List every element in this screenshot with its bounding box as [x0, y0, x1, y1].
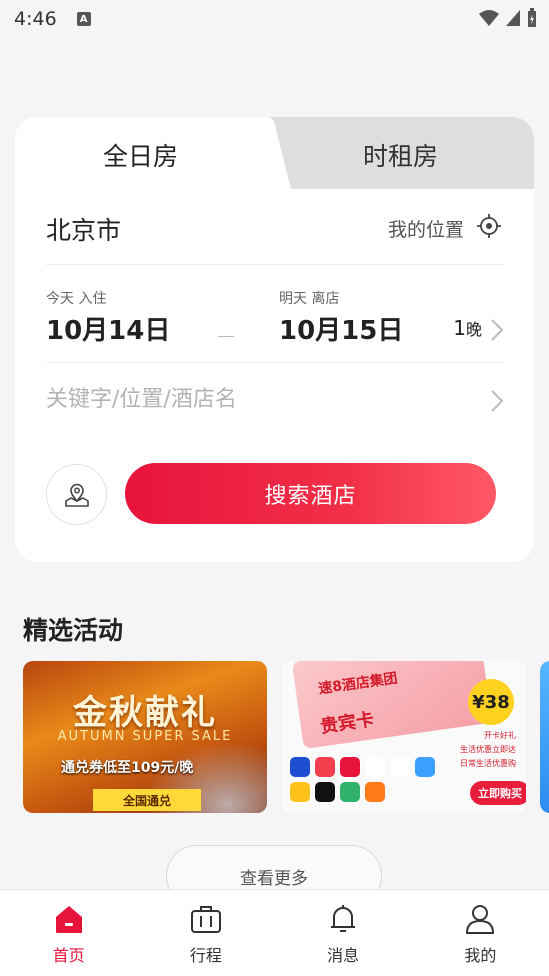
vip-benefit: 日常生活优惠购	[460, 759, 516, 768]
app-icon	[290, 782, 310, 802]
app-icon	[340, 757, 360, 777]
app-icon	[315, 757, 335, 777]
bell-icon	[331, 905, 356, 932]
banner-tag: 全国通兑	[93, 789, 201, 811]
vip-benefit: 开卡好礼	[484, 731, 516, 740]
activities-title: 精选活动	[23, 616, 124, 645]
vip-buy-button[interactable]: 立即购买	[470, 781, 526, 805]
tab-fullday[interactable]: 全日房	[103, 137, 178, 173]
locate-icon[interactable]	[476, 213, 502, 239]
user-icon	[466, 905, 495, 934]
chevron-right-icon[interactable]	[490, 389, 504, 413]
keyword-input[interactable]	[46, 387, 476, 412]
search-hotel-button[interactable]: 搜索酒店	[125, 463, 496, 524]
app-icon	[390, 757, 410, 777]
banner-offer: 通兑券低至109元/晚	[61, 760, 194, 776]
status-icons	[479, 8, 537, 28]
my-location-label[interactable]: 我的位置	[388, 215, 464, 242]
checkin-label: 今天 入住	[46, 291, 107, 307]
banner-autumn-sale[interactable]: 金秋献礼 AUTUMN SUPER SALE 通兑券低至109元/晚 全国通兑	[23, 661, 267, 813]
app-icon	[315, 782, 335, 802]
tabbar-item-trips[interactable]: 行程	[137, 890, 274, 976]
tabbar-label: 行程	[189, 946, 222, 965]
vip-price-badge: ¥38	[468, 679, 514, 725]
date-separator	[218, 336, 234, 337]
hotel-search-card: 全日房 时租房 北京市 我的位置 今天 入住 10月14日 明天 离店 10月1…	[15, 117, 534, 562]
battery-icon	[528, 8, 536, 27]
wifi-icon	[479, 10, 499, 26]
map-pin-icon	[64, 483, 89, 507]
app-icon	[365, 782, 385, 802]
checkin-date[interactable]: 10月14日	[46, 310, 170, 347]
checkout-date[interactable]: 10月15日	[279, 310, 403, 347]
app-icon	[415, 757, 435, 777]
banner-next-peek[interactable]	[540, 661, 549, 813]
nights-unit: 晚	[465, 320, 482, 339]
tabbar-label: 我的	[464, 946, 497, 965]
tabbar-item-profile[interactable]: 我的	[412, 890, 549, 976]
banner-vip-card[interactable]: 速8酒店集团 贵宾卡 ¥38 开卡好礼 生活优惠立即达 日常生活优惠购 立即购买	[282, 661, 526, 813]
signal-icon	[506, 10, 520, 26]
tab-hourly[interactable]: 时租房	[363, 137, 438, 173]
keyword-row[interactable]	[46, 367, 504, 441]
status-time: 4:46	[14, 8, 57, 30]
map-search-button[interactable]	[46, 464, 107, 525]
partner-app-icons	[290, 757, 440, 802]
tabbar-item-messages[interactable]: 消息	[275, 890, 412, 976]
vip-benefit: 生活优惠立即达	[460, 745, 516, 754]
app-icon	[340, 782, 360, 802]
vip-benefits: 开卡好礼 生活优惠立即达 日常生活优惠购	[434, 729, 516, 771]
chevron-right-icon[interactable]	[490, 318, 504, 342]
luggage-icon	[190, 906, 221, 933]
status-bar: 4:46 A	[0, 0, 549, 38]
app-icon	[290, 757, 310, 777]
app-icon	[365, 757, 385, 777]
checkout-label: 明天 离店	[279, 291, 340, 307]
date-row[interactable]: 今天 入住 10月14日 明天 离店 10月15日 1晚	[46, 266, 504, 363]
banner-title: 金秋献礼	[73, 693, 217, 733]
banner-subtitle: AUTUMN SUPER SALE	[57, 729, 233, 744]
tabbar-item-home[interactable]: 首页	[0, 890, 137, 976]
home-icon	[55, 906, 82, 933]
tabbar-label: 首页	[52, 946, 85, 965]
city-name[interactable]: 北京市	[46, 211, 121, 247]
nights-count: 1晚	[453, 316, 482, 340]
city-row[interactable]: 北京市 我的位置	[46, 209, 504, 265]
nights-number: 1	[453, 316, 466, 340]
bottom-tab-bar: 首页 行程 消息 我的	[0, 889, 549, 976]
tabbar-label: 消息	[327, 946, 360, 965]
notification-icon: A	[76, 12, 91, 26]
